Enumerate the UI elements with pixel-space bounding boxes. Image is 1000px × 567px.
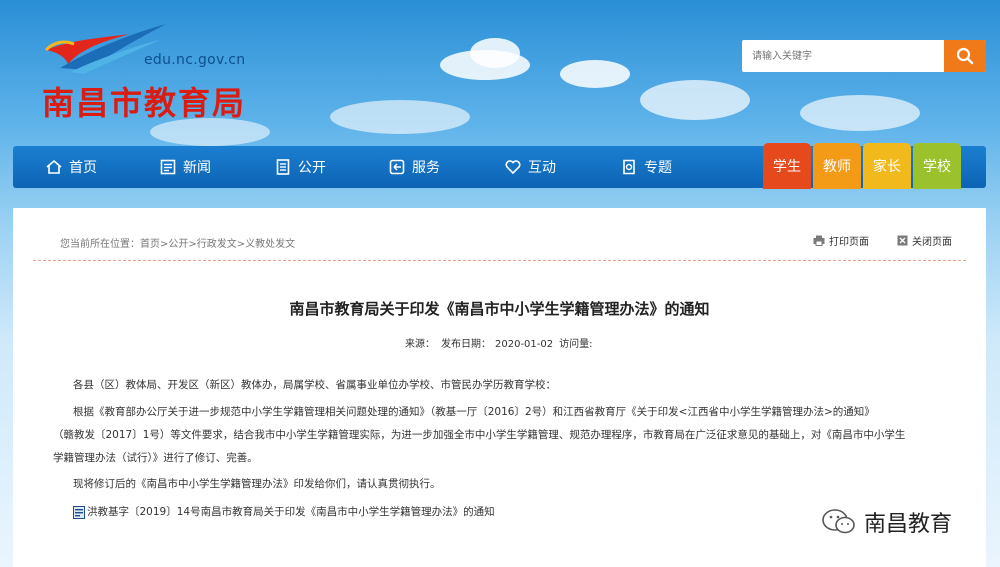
nav-item-topic[interactable]: 专题 <box>620 146 672 188</box>
main-nav: 首页 新闻 公开 服务 互动 专题 学生 教师 家长 学校 <box>13 143 986 189</box>
cloud-decoration <box>560 60 630 88</box>
quick-link-label: 学校 <box>923 159 951 175</box>
nav-item-home[interactable]: 首页 <box>45 146 97 188</box>
watermark-label: 南昌教育 <box>864 512 953 537</box>
search-button[interactable] <box>944 40 986 72</box>
search-icon <box>956 47 974 65</box>
search-bar <box>742 40 986 72</box>
nav-item-service[interactable]: 服务 <box>388 146 440 188</box>
search-input[interactable] <box>742 40 942 72</box>
breadcrumb-prefix: 您当前所在位置： <box>60 239 140 250</box>
wechat-watermark: 南昌教育 <box>820 506 952 538</box>
breadcrumb: 您当前所在位置：首页>公开>行政发文>义教处发文 <box>60 235 295 250</box>
date-label: 发布日期： <box>441 339 491 350</box>
divider <box>33 260 966 261</box>
quick-link-school[interactable]: 学校 <box>913 143 961 189</box>
heart-icon <box>505 160 521 175</box>
quick-link-teacher[interactable]: 教师 <box>813 143 861 189</box>
source-label: 来源： <box>405 339 435 350</box>
attachment-link[interactable]: 洪教基字〔2019〕14号南昌市教育局关于印发《南昌市中小学生学籍管理办法》的通… <box>73 501 495 523</box>
paragraph-recipients: 各县（区）教体局、开发区（新区）教体办，局属学校、省属事业单位办学校、市管民办学… <box>73 379 556 391</box>
quick-link-student[interactable]: 学生 <box>763 143 811 189</box>
document-icon <box>276 159 290 175</box>
service-icon <box>389 159 405 175</box>
nav-label: 新闻 <box>183 160 211 176</box>
article-meta: 来源： 发布日期： 2020-01-02 访问量: <box>405 335 599 350</box>
cloud-decoration <box>800 95 920 131</box>
cloud-decoration <box>330 100 470 134</box>
nav-item-news[interactable]: 新闻 <box>159 146 211 188</box>
paragraph-basis-line2: （赣教发〔2017〕1号）等文件要求，结合我市中小学生学籍管理实际，为进一步加强… <box>53 429 906 441</box>
quick-link-label: 教师 <box>823 159 851 175</box>
breadcrumb-path[interactable]: 首页>公开>行政发文>义教处发文 <box>140 239 295 250</box>
nav-label: 首页 <box>69 160 97 176</box>
views-label: 访问量: <box>559 339 593 350</box>
paragraph-basis-line1: 根据《教育部办公厅关于进一步规范中小学生学籍管理相关问题处理的通知》（教基一厅〔… <box>73 406 875 418</box>
news-icon <box>160 159 176 175</box>
cloud-decoration <box>470 38 520 68</box>
topic-icon <box>623 159 635 175</box>
paragraph-basis-line3: 学籍管理办法（试行）》进行了修订、完善。 <box>53 452 258 464</box>
nav-label: 专题 <box>644 160 672 176</box>
print-page-button[interactable]: 打印页面 <box>813 233 869 248</box>
home-icon <box>46 159 62 174</box>
publish-date: 2020-01-02 <box>495 339 554 350</box>
quick-link-parent[interactable]: 家长 <box>863 143 911 189</box>
print-label: 打印页面 <box>829 237 869 248</box>
quick-link-label: 学生 <box>773 159 801 175</box>
wechat-icon <box>822 509 855 534</box>
site-logo[interactable]: edu.nc.gov.cn 南昌市教育局 <box>40 20 300 122</box>
close-label: 关闭页面 <box>912 237 952 248</box>
document-attachment-icon <box>73 505 85 519</box>
site-title: 南昌市教育局 <box>42 84 247 122</box>
nav-item-interaction[interactable]: 互动 <box>504 146 556 188</box>
nav-label: 服务 <box>412 160 440 176</box>
paragraph-instruction: 现将修订后的《南昌市中小学生学籍管理办法》印发给你们，请认真贯彻执行。 <box>73 478 441 490</box>
printer-icon <box>813 235 825 246</box>
nav-label: 互动 <box>528 160 556 176</box>
cloud-decoration <box>640 80 750 120</box>
article-title: 南昌市教育局关于印发《南昌市中小学生学籍管理办法》的通知 <box>289 300 710 318</box>
site-domain: edu.nc.gov.cn <box>144 52 246 68</box>
nav-item-public[interactable]: 公开 <box>274 146 326 188</box>
nav-label: 公开 <box>298 160 326 176</box>
close-icon <box>897 235 908 246</box>
quick-link-label: 家长 <box>873 159 901 175</box>
close-page-button[interactable]: 关闭页面 <box>897 233 952 248</box>
attachment-label: 洪教基字〔2019〕14号南昌市教育局关于印发《南昌市中小学生学籍管理办法》的通… <box>87 506 495 518</box>
